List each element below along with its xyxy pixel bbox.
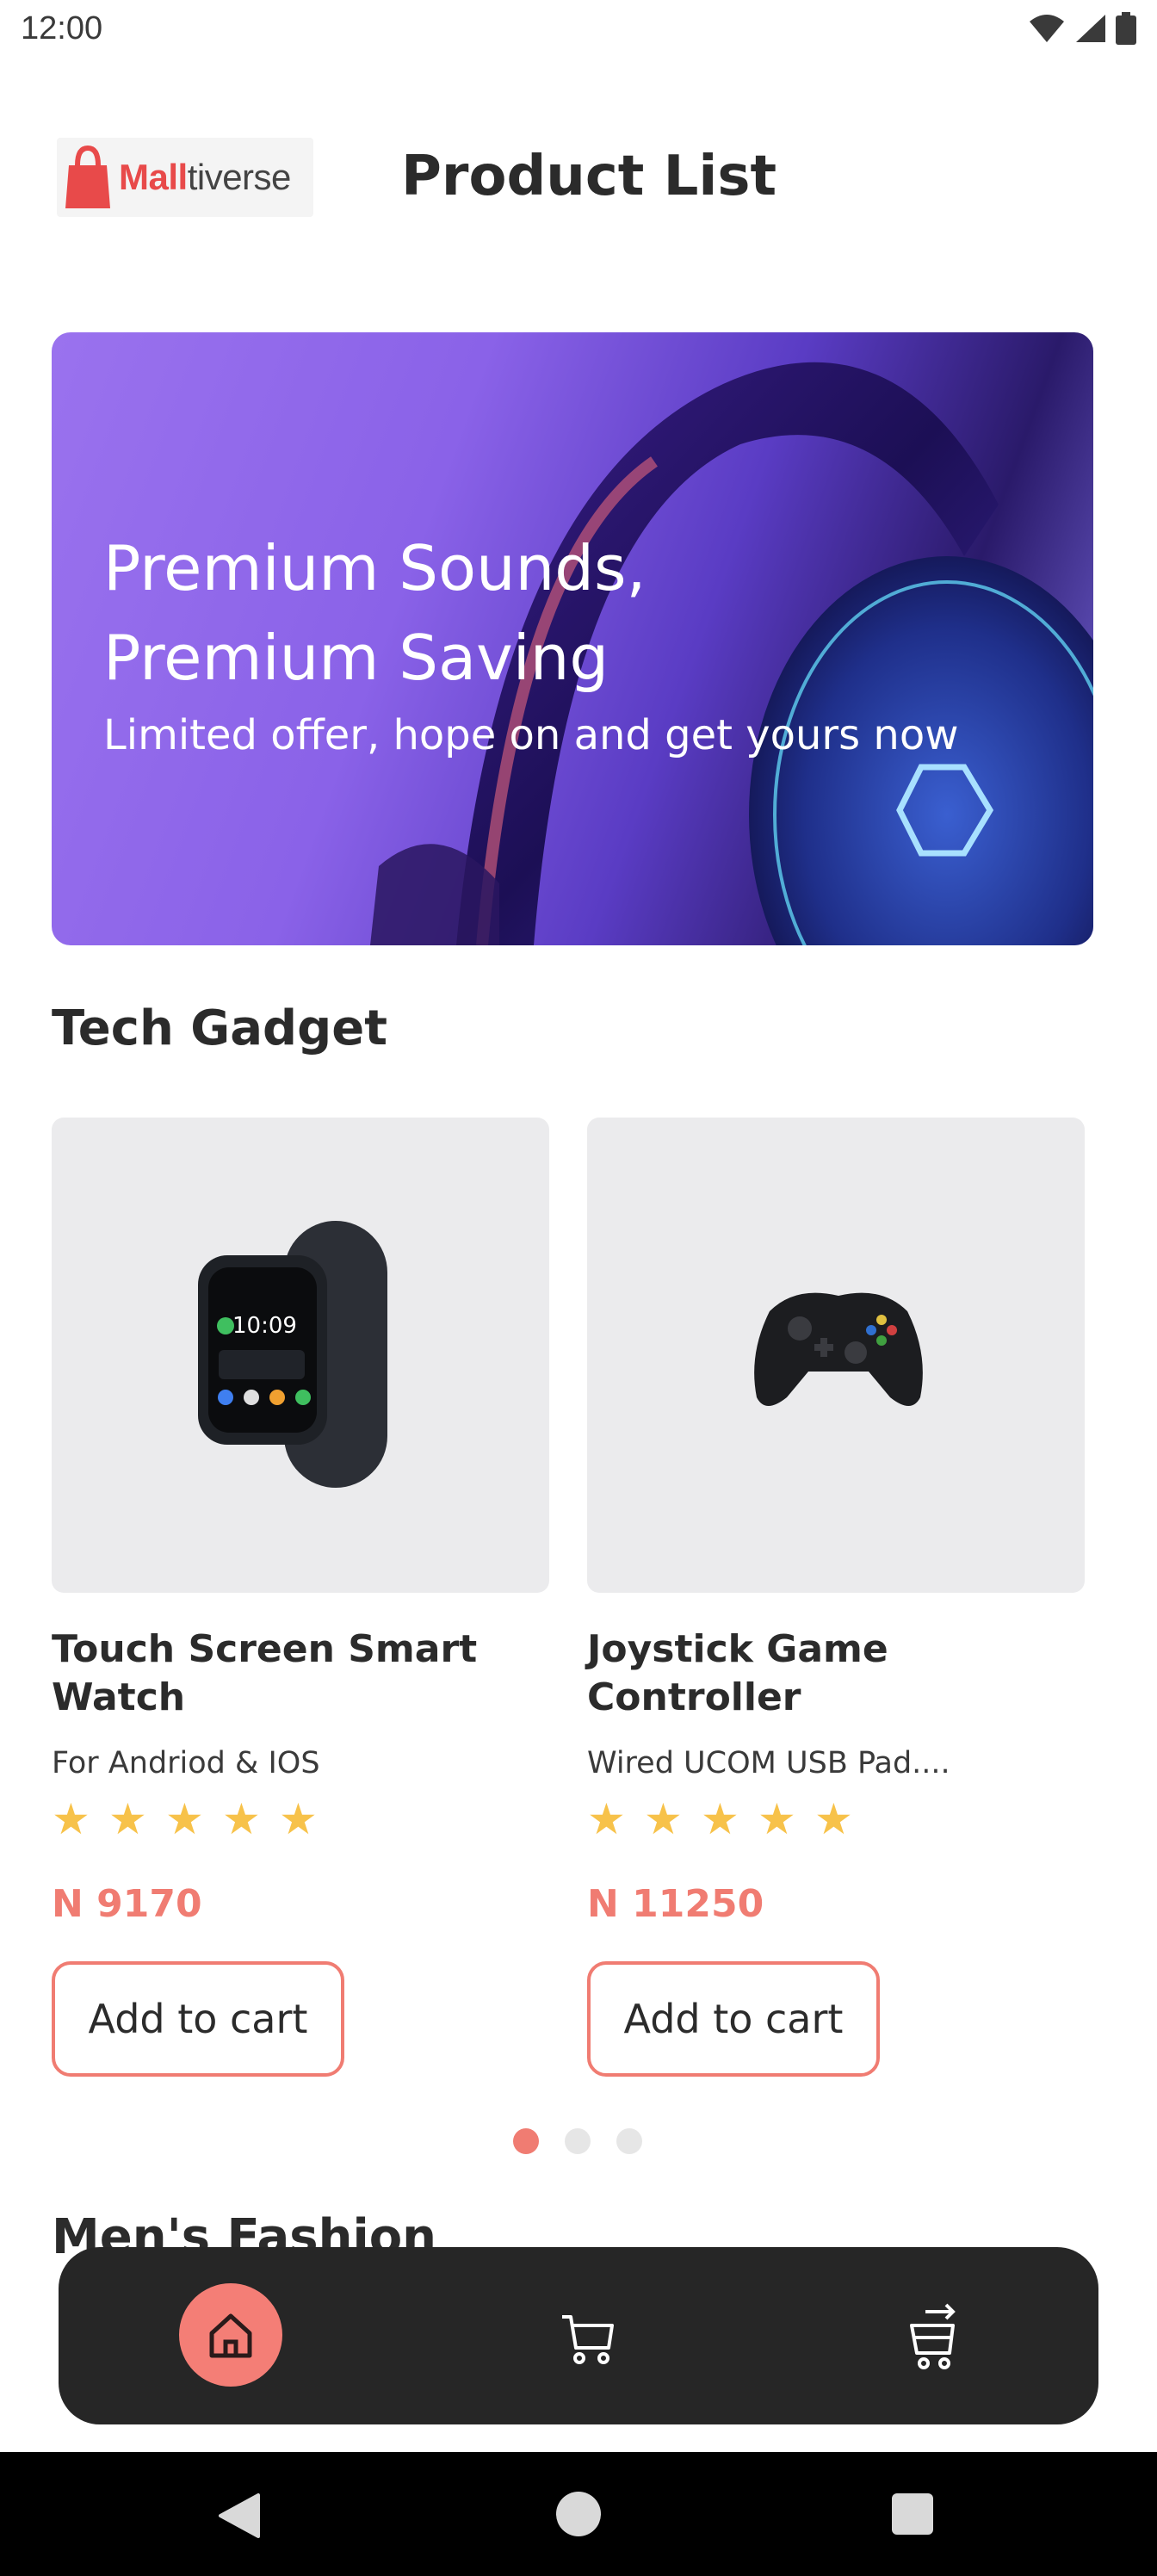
product-image[interactable]	[587, 1118, 1085, 1593]
product-description: For Andriod & IOS	[52, 1746, 320, 1780]
product-name: Joystick Game Controller	[587, 1627, 888, 1719]
product-price: N 11250	[587, 1882, 764, 1926]
cart-icon	[562, 2315, 614, 2364]
star-icon: ★	[165, 1794, 204, 1844]
carousel-dot[interactable]	[616, 2128, 642, 2154]
wifi-icon	[1030, 15, 1064, 42]
add-to-cart-button[interactable]: Add to cart	[587, 1961, 880, 2077]
smartwatch-image: 10:09	[198, 1221, 387, 1488]
star-icon: ★	[222, 1794, 261, 1844]
star-icon: ★	[52, 1794, 90, 1844]
star-icon: ★	[644, 1794, 683, 1844]
nav-checkout-button[interactable]	[895, 2299, 973, 2376]
product-image[interactable]: 10:09	[52, 1118, 549, 1593]
logo-text-part1: Mall	[119, 157, 188, 197]
promo-banner[interactable]: Premium Sounds, Premium Saving Limited o…	[52, 332, 1093, 945]
star-icon: ★	[701, 1794, 739, 1844]
product-description: Wired UCOM USB Pad....	[587, 1746, 950, 1780]
section-title: Tech Gadget	[52, 1000, 387, 1056]
battery-icon	[1116, 12, 1136, 45]
product-rating: ★ ★ ★ ★ ★	[587, 1798, 857, 1841]
nav-cart-button[interactable]	[549, 2299, 627, 2376]
carousel-dot[interactable]	[513, 2128, 539, 2154]
logo-text-part2: tiverse	[187, 157, 292, 197]
app-logo: Malltiverse	[57, 138, 313, 217]
status-time: 12:00	[21, 10, 103, 46]
carousel-indicator	[513, 2128, 642, 2154]
nav-home-button[interactable]	[179, 2283, 282, 2387]
back-icon[interactable]	[215, 2492, 263, 2540]
system-navigation-bar	[0, 2452, 1157, 2576]
logo-text: Malltiverse	[119, 157, 291, 198]
product-price: N 9170	[52, 1882, 202, 1926]
product-name: Touch Screen Smart Watch	[52, 1627, 478, 1719]
system-home-button[interactable]	[556, 2492, 601, 2536]
status-icons	[1028, 12, 1136, 45]
product-rating: ★ ★ ★ ★ ★	[52, 1798, 322, 1841]
star-icon: ★	[814, 1794, 853, 1844]
carousel-dot[interactable]	[565, 2128, 591, 2154]
svg-text:10:09: 10:09	[232, 1313, 297, 1339]
star-icon: ★	[587, 1794, 626, 1844]
shopping-bag-icon	[65, 145, 110, 208]
page-title: Product List	[401, 145, 777, 208]
home-icon	[209, 2313, 252, 2358]
recent-apps-button[interactable]	[892, 2493, 933, 2535]
product-card[interactable]: Joystick Game Controller Wired UCOM USB …	[587, 1118, 1086, 2077]
status-bar: 12:00	[0, 0, 1157, 62]
bottom-navigation	[59, 2247, 1098, 2424]
banner-title: Premium Sounds, Premium Saving	[103, 532, 647, 694]
add-to-cart-button[interactable]: Add to cart	[52, 1961, 344, 2077]
star-icon: ★	[758, 1794, 796, 1844]
star-icon: ★	[108, 1794, 147, 1844]
signal-icon	[1076, 15, 1105, 42]
product-card[interactable]: 10:09 Touch Screen Smart Watch For Andri…	[52, 1118, 551, 2077]
checkout-icon	[910, 2303, 956, 2369]
game-controller-image	[754, 1292, 923, 1406]
star-icon: ★	[279, 1794, 318, 1844]
banner-subtitle: Limited offer, hope on and get yours now	[103, 711, 959, 759]
